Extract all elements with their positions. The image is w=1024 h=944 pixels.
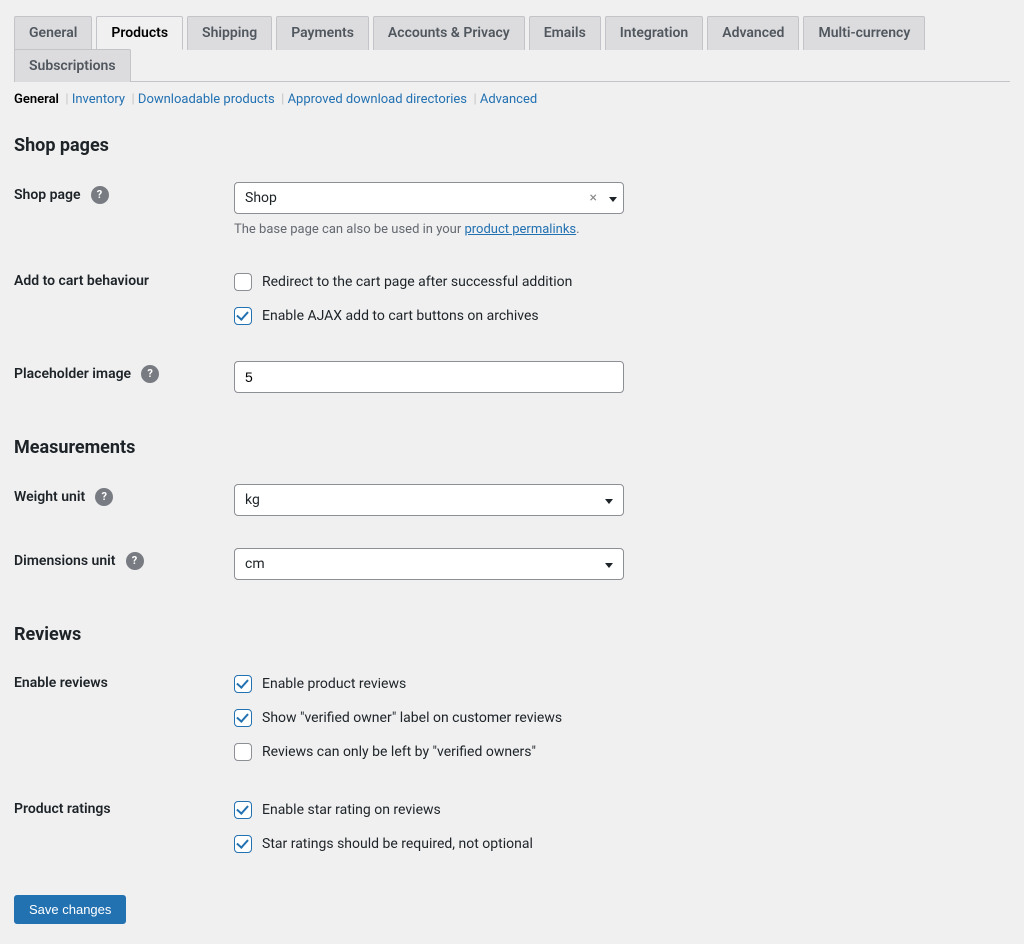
shop-page-select[interactable]: Shop × — [234, 182, 624, 214]
tab-subscriptions[interactable]: Subscriptions — [14, 49, 131, 82]
shop-page-label: Shop page — [14, 187, 81, 203]
weight-unit-label: Weight unit — [14, 489, 85, 505]
tab-shipping[interactable]: Shipping — [187, 16, 272, 50]
placeholder-label: Placeholder image — [14, 366, 131, 382]
tab-products[interactable]: Products — [96, 16, 183, 50]
chevron-down-icon — [605, 485, 613, 517]
product-ratings-label: Product ratings — [14, 801, 111, 817]
tab-payments[interactable]: Payments — [276, 16, 369, 50]
verified-only-text: Reviews can only be left by "verified ow… — [262, 744, 536, 760]
clear-icon[interactable]: × — [590, 183, 597, 215]
enable-reviews-text: Enable product reviews — [262, 676, 406, 692]
enable-reviews-label: Enable reviews — [14, 675, 108, 691]
verified-only-checkbox[interactable] — [234, 743, 252, 761]
help-icon[interactable] — [91, 186, 109, 204]
dimensions-unit-select[interactable]: cm — [234, 548, 624, 580]
star-required-checkbox[interactable] — [234, 835, 252, 853]
enable-reviews-checkbox[interactable] — [234, 675, 252, 693]
star-required-text: Star ratings should be required, not opt… — [262, 836, 533, 852]
subtab-downloadable[interactable]: Downloadable products — [138, 92, 275, 107]
shop-page-value: Shop — [245, 190, 277, 206]
verified-label-checkbox[interactable] — [234, 709, 252, 727]
save-button[interactable]: Save changes — [14, 895, 126, 924]
subtab-approved[interactable]: Approved download directories — [288, 92, 467, 107]
weight-unit-select[interactable]: kg — [234, 484, 624, 516]
product-permalinks-link[interactable]: product permalinks — [464, 222, 576, 237]
tab-multicurrency[interactable]: Multi-currency — [803, 16, 925, 50]
help-icon[interactable] — [126, 552, 144, 570]
section-heading-reviews: Reviews — [14, 624, 1010, 645]
shop-page-description: The base page can also be used in your p… — [234, 222, 1010, 237]
settings-subtabs: General | Inventory | Downloadable produ… — [14, 92, 1010, 107]
star-rating-checkbox[interactable] — [234, 801, 252, 819]
placeholder-image-input[interactable] — [234, 361, 624, 393]
chevron-down-icon — [609, 183, 617, 215]
star-rating-text: Enable star rating on reviews — [262, 802, 441, 818]
verified-label-text: Show "verified owner" label on customer … — [262, 710, 562, 726]
tab-emails[interactable]: Emails — [529, 16, 601, 50]
tab-general[interactable]: General — [14, 16, 92, 50]
help-icon[interactable] — [141, 365, 159, 383]
dimensions-unit-label: Dimensions unit — [14, 553, 116, 569]
settings-tabs: GeneralProductsShippingPaymentsAccounts … — [14, 16, 1010, 82]
ajax-checkbox[interactable] — [234, 307, 252, 325]
help-icon[interactable] — [95, 488, 113, 506]
subtab-inventory[interactable]: Inventory — [72, 92, 125, 107]
redirect-checkbox[interactable] — [234, 273, 252, 291]
add-to-cart-label: Add to cart behaviour — [14, 273, 149, 289]
tab-accounts[interactable]: Accounts & Privacy — [373, 16, 525, 50]
ajax-label: Enable AJAX add to cart buttons on archi… — [262, 308, 539, 324]
section-heading-shop-pages: Shop pages — [14, 135, 1010, 156]
subtab-general[interactable]: General — [14, 92, 59, 107]
chevron-down-icon — [605, 549, 613, 581]
redirect-label: Redirect to the cart page after successf… — [262, 274, 572, 290]
subtab-advanced[interactable]: Advanced — [480, 92, 537, 107]
section-heading-measurements: Measurements — [14, 437, 1010, 458]
tab-integration[interactable]: Integration — [605, 16, 703, 50]
tab-advanced[interactable]: Advanced — [707, 16, 799, 50]
